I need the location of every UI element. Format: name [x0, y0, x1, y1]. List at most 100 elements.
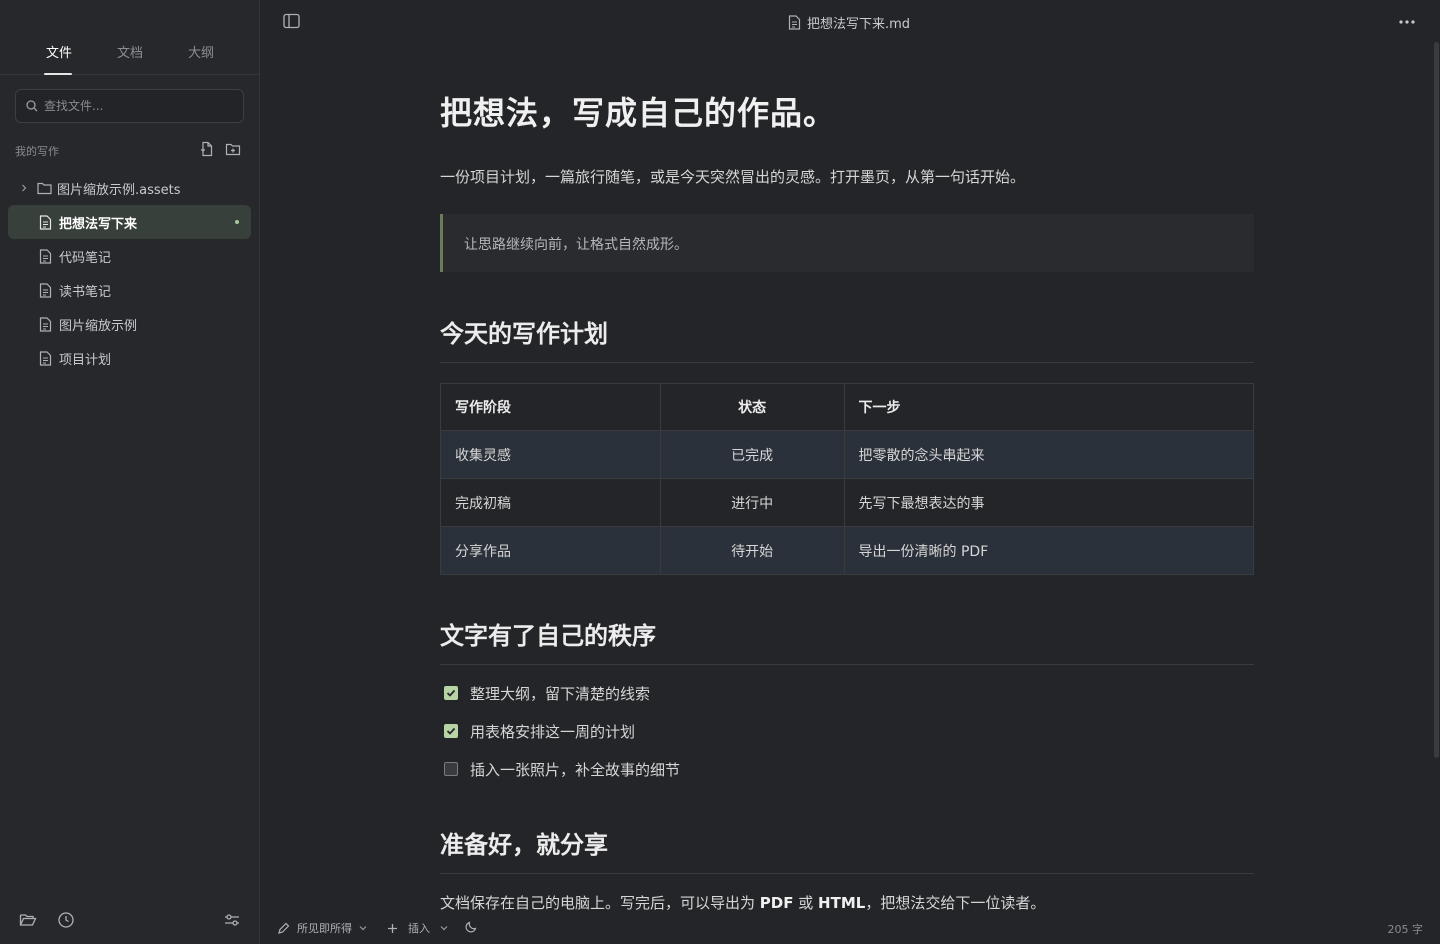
checkbox-checked[interactable]	[444, 686, 458, 700]
table-cell: 已完成	[659, 430, 845, 479]
document-heading: 把想法，写成自己的作品。	[440, 94, 837, 132]
status-bar: 所见即所得 插入 205 字	[261, 912, 1440, 944]
table-cell: 先写下最想表达的事	[843, 478, 1255, 527]
document-title-bar: 把想法写下来.md	[788, 13, 911, 32]
pen-icon	[278, 922, 290, 934]
tab-documents[interactable]: 文档	[117, 42, 143, 61]
sidebar-toggle-button[interactable]	[283, 13, 300, 33]
file-icon	[37, 248, 53, 264]
edit-mode-dropdown[interactable]: 所见即所得	[277, 920, 367, 936]
tree-item-label: 代码笔记	[59, 250, 112, 266]
check-icon	[446, 689, 456, 697]
html-emphasis: HTML	[818, 894, 866, 912]
plan-table: 写作阶段 状态 下一步 收集灵感 已完成 把零散的念头串起来 完成初稿 进行中 …	[440, 383, 1255, 575]
tab-files[interactable]: 文件	[46, 42, 72, 61]
settings-button[interactable]	[223, 911, 241, 933]
unsaved-indicator	[235, 220, 239, 224]
table-cell: 进行中	[659, 478, 845, 527]
tree-item-label: 把想法写下来	[59, 216, 138, 232]
file-icon	[37, 282, 53, 298]
table-cell: 待开始	[659, 526, 845, 575]
search-input[interactable]	[44, 99, 224, 113]
scrollbar[interactable]	[1434, 42, 1439, 758]
theme-toggle-button[interactable]	[465, 920, 478, 933]
history-icon	[58, 912, 74, 928]
checkbox-checked[interactable]	[444, 724, 458, 738]
share-text: ，把想法交给下一位读者。	[865, 894, 1046, 912]
new-file-button[interactable]	[199, 141, 215, 161]
table-header-cell: 状态	[659, 383, 845, 431]
more-options-button[interactable]	[1398, 14, 1416, 33]
table-cell: 完成初稿	[440, 478, 661, 527]
insert-dropdown[interactable]: 插入	[387, 920, 448, 936]
insert-label: 插入	[408, 922, 430, 935]
chevron-right-icon[interactable]	[18, 180, 30, 196]
tree-file-code-notes[interactable]: 代码笔记	[8, 239, 251, 273]
task-label: 用表格安排这一周的计划	[470, 722, 636, 741]
table-cell: 分享作品	[440, 526, 661, 575]
tab-outline[interactable]: 大纲	[188, 42, 214, 61]
tree-item-label: 图片缩放示例	[59, 318, 138, 334]
task-item: 整理大纲，留下清楚的线索	[440, 682, 650, 704]
intro-paragraph: 一份项目计划，一篇旅行随笔，或是今天突然冒出的灵感。打开墨页，从第一句话开始。	[440, 168, 1026, 186]
file-icon	[37, 214, 53, 230]
tree-file-project-plan[interactable]: 项目计划	[8, 341, 251, 375]
sidebar: 文件 文档 大纲 我的写作 图片缩放示例.assets 把想法写下来 代码笔记	[0, 0, 260, 944]
search-box[interactable]	[15, 89, 244, 123]
table-cell: 收集灵感	[440, 430, 661, 479]
table-row: 分享作品 待开始 导出一份清晰的 PDF	[440, 526, 1255, 575]
folder-icon	[36, 180, 52, 196]
more-icon	[1399, 20, 1415, 24]
pdf-emphasis: PDF	[759, 894, 794, 912]
tree-file-image-scaling[interactable]: 图片缩放示例	[8, 307, 251, 341]
sidebar-tabs: 文件 文档 大纲	[0, 0, 259, 75]
share-text: 文档保存在自己的电脑上。写完后，可以导出为	[440, 894, 760, 912]
chevron-down-icon	[359, 926, 367, 931]
active-tab-indicator	[44, 73, 72, 75]
task-label: 整理大纲，留下清楚的线索	[470, 684, 651, 703]
table-cell: 把零散的念头串起来	[843, 430, 1255, 479]
heading-share: 准备好，就分享	[440, 825, 1254, 874]
file-icon	[37, 316, 53, 332]
table-row: 完成初稿 进行中 先写下最想表达的事	[440, 478, 1255, 527]
new-file-icon	[201, 141, 213, 157]
blockquote: 让思路继续向前，让格式自然成形。	[440, 214, 1254, 272]
edit-mode-label: 所见即所得	[297, 922, 352, 935]
tree-item-label: 图片缩放示例.assets	[57, 182, 181, 198]
table-header-cell: 下一步	[843, 383, 1255, 431]
table-header-cell: 写作阶段	[440, 383, 661, 431]
task-label: 插入一张照片，补全故事的细节	[470, 760, 681, 779]
heading-writing-plan: 今天的写作计划	[440, 314, 1254, 363]
history-button[interactable]	[57, 911, 75, 933]
document-filename: 把想法写下来.md	[807, 16, 911, 32]
plus-icon	[388, 923, 397, 933]
settings-sliders-icon	[225, 914, 239, 926]
chevron-down-icon	[440, 926, 448, 931]
tree-file-ideas[interactable]: 把想法写下来	[8, 205, 251, 239]
file-icon	[788, 14, 801, 30]
open-folder-icon	[19, 914, 37, 926]
file-icon	[37, 350, 53, 366]
section-title: 我的写作	[15, 145, 59, 158]
table-row: 收集灵感 已完成 把零散的念头串起来	[440, 430, 1255, 479]
new-folder-button[interactable]	[225, 141, 241, 161]
heading-order: 文字有了自己的秩序	[440, 616, 1254, 665]
blockquote-text: 让思路继续向前，让格式自然成形。	[464, 237, 688, 253]
tree-folder-assets[interactable]: 图片缩放示例.assets	[8, 171, 251, 205]
new-folder-icon	[225, 143, 241, 156]
share-paragraph: 文档保存在自己的电脑上。写完后，可以导出为 PDF 或 HTML，把想法交给下一…	[440, 892, 1045, 913]
task-item: 插入一张照片，补全故事的细节	[440, 758, 680, 780]
check-icon	[446, 727, 456, 735]
word-count: 205 字	[1387, 923, 1424, 936]
share-text: 或	[793, 894, 819, 912]
checkbox-unchecked[interactable]	[444, 762, 458, 776]
moon-icon	[465, 921, 477, 933]
tree-item-label: 读书笔记	[59, 284, 112, 300]
tree-file-reading-notes[interactable]: 读书笔记	[8, 273, 251, 307]
sidebar-toggle-icon	[283, 13, 300, 29]
table-cell: 导出一份清晰的 PDF	[843, 526, 1255, 575]
task-item: 用表格安排这一周的计划	[440, 720, 635, 742]
open-folder-button[interactable]	[19, 911, 37, 933]
search-icon	[26, 100, 38, 112]
tree-item-label: 项目计划	[59, 352, 112, 368]
